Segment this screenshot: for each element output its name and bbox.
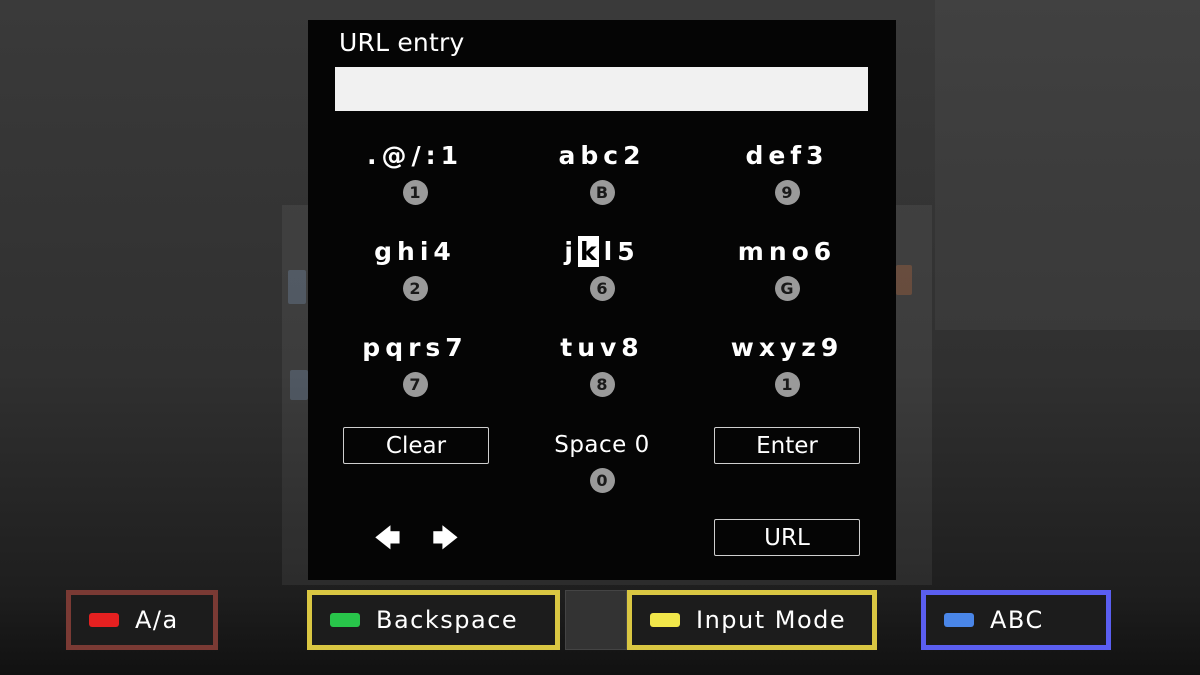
background-thumbnail [896, 265, 912, 295]
blue-button-icon [944, 613, 974, 627]
blue-button-abc[interactable]: ABC [921, 590, 1111, 650]
key-chars: ghi4 [374, 237, 456, 266]
key-char: l5 [603, 237, 640, 266]
red-button-icon [89, 613, 119, 627]
green-button-backspace[interactable]: Backspace [307, 590, 560, 650]
key-1[interactable]: .@/:1 1 [330, 140, 500, 220]
key-7[interactable]: pqrs7 7 [330, 332, 500, 412]
key-number-badge: 1 [774, 372, 800, 397]
key-5[interactable]: jk l5 6 [517, 236, 687, 316]
yellow-button-icon [650, 613, 680, 627]
key-chars: wxyz9 [730, 333, 844, 362]
space-label: Space 0 [554, 432, 650, 458]
left-arrow-icon[interactable]: 🡄 [374, 520, 401, 564]
key-number-badge: 7 [402, 372, 428, 397]
url-button[interactable]: URL [714, 519, 860, 556]
key-number-badge: 0 [589, 468, 615, 493]
tv-screen: URL entry .@/:1 1 abc2 B def3 9 ghi4 2 j… [0, 0, 1200, 675]
color-button-label: A/a [135, 606, 179, 634]
background-thumbnail [290, 370, 308, 400]
key-6[interactable]: mno6 G [702, 236, 872, 316]
red-button-case-toggle[interactable]: A/a [66, 590, 218, 650]
key-number-badge: 9 [774, 180, 800, 205]
key-number-badge: G [774, 276, 800, 301]
key-chars: abc2 [558, 141, 646, 170]
key-number-badge: 2 [402, 276, 428, 301]
key-char: j [564, 237, 578, 266]
key-number-badge: B [589, 180, 615, 205]
key-chars: tuv8 [560, 333, 644, 362]
key-chars: pqrs7 [362, 333, 468, 362]
key-chars: mno6 [737, 237, 837, 266]
background-panel [935, 0, 1200, 330]
key-chars: .@/:1 [366, 141, 464, 170]
color-button-label: Input Mode [696, 606, 847, 634]
key-9[interactable]: wxyz9 1 [702, 332, 872, 412]
url-entry-dialog: URL entry .@/:1 1 abc2 B def3 9 ghi4 2 j… [308, 20, 896, 580]
key-number-badge: 8 [589, 372, 615, 397]
selected-char-cursor[interactable]: k [577, 236, 599, 267]
key-chars: jk l5 [517, 236, 687, 270]
space-key[interactable]: Space 0 0 [517, 430, 687, 500]
green-button-icon [330, 613, 360, 627]
key-number-badge: 1 [402, 180, 428, 205]
key-chars: def3 [745, 141, 829, 170]
key-8[interactable]: tuv8 8 [517, 332, 687, 412]
key-4[interactable]: ghi4 2 [330, 236, 500, 316]
right-arrow-icon[interactable]: 🡆 [432, 520, 459, 564]
color-button-label: Backspace [376, 606, 519, 634]
url-input[interactable] [335, 67, 868, 111]
background-abc-box [565, 590, 627, 650]
key-2[interactable]: abc2 B [517, 140, 687, 220]
key-3[interactable]: def3 9 [702, 140, 872, 220]
yellow-button-input-mode[interactable]: Input Mode [627, 590, 877, 650]
background-thumbnail [288, 270, 306, 304]
clear-button[interactable]: Clear [343, 427, 489, 464]
key-number-badge: 6 [589, 276, 615, 301]
enter-button[interactable]: Enter [714, 427, 860, 464]
dialog-title: URL entry [339, 28, 465, 57]
color-button-label: ABC [990, 606, 1044, 634]
